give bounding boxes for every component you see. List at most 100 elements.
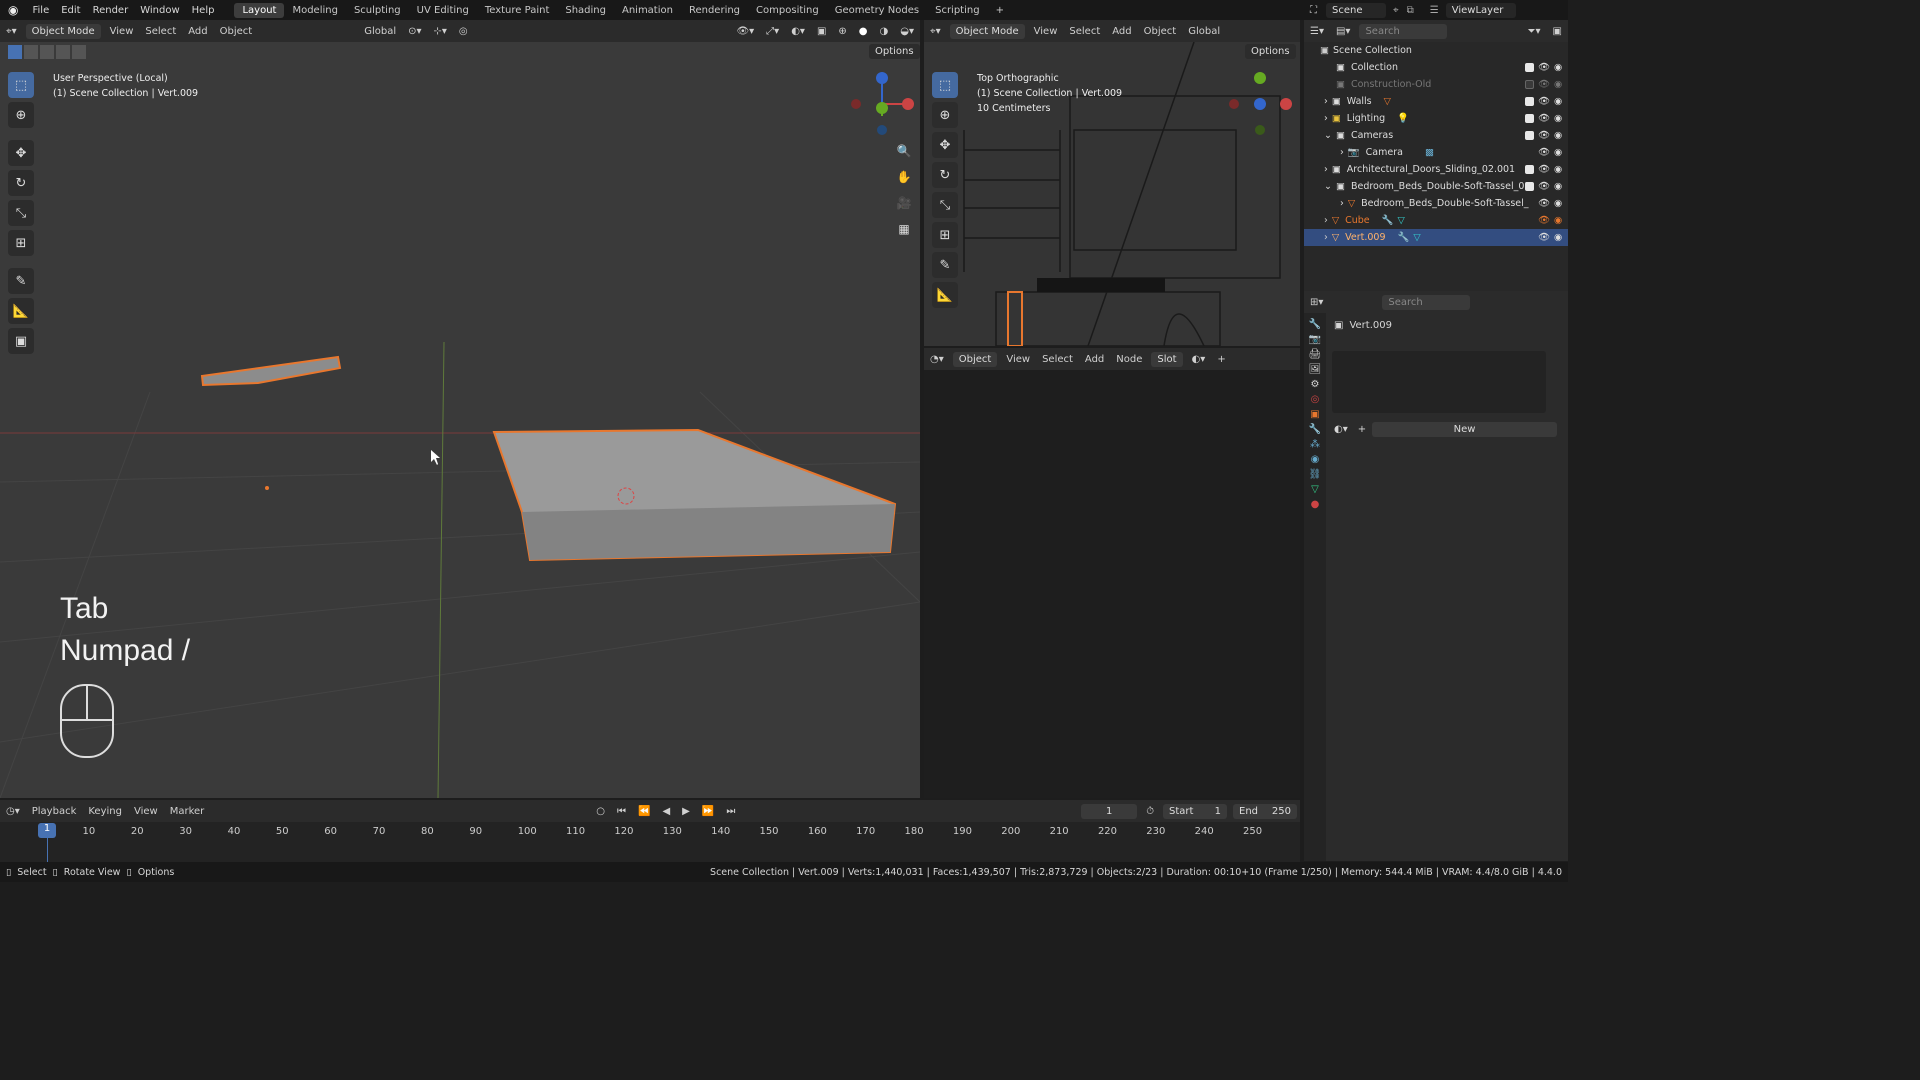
pin-icon[interactable]: ⌖ <box>1389 5 1403 16</box>
record-icon[interactable]: ○ <box>590 806 611 817</box>
play-reverse-icon[interactable]: ◀ <box>656 806 676 817</box>
transform-tool-icon[interactable]: ⊞ <box>8 230 34 256</box>
menu-add[interactable]: Add <box>182 26 213 37</box>
exclude-checkbox[interactable] <box>1525 114 1534 123</box>
scale-tool-icon-2[interactable]: ⤡ <box>932 192 958 218</box>
eye-icon[interactable]: 👁 <box>1538 130 1550 141</box>
rotate-tool-icon[interactable]: ↻ <box>8 170 34 196</box>
editor-type-icon-2[interactable]: ⌖▾ <box>924 26 947 37</box>
outliner-search-input[interactable]: Search <box>1359 23 1448 39</box>
render-camera-icon[interactable]: ◉ <box>1554 232 1562 243</box>
scene-name[interactable]: Scene <box>1326 2 1386 18</box>
filter-icon[interactable]: ⏷▾ <box>1522 26 1547 37</box>
outliner-item[interactable]: › ▣ Architectural_Doors_Sliding_02.001 👁 ◉ <box>1304 161 1568 178</box>
menu-object-2[interactable]: Object <box>1138 26 1183 37</box>
orientation-dropdown[interactable]: Global <box>358 26 402 37</box>
outliner-item[interactable]: › ▽ Bedroom_Beds_Double-Soft-Tassel_ 👁 ◉ <box>1304 195 1568 212</box>
expand-arrow-icon[interactable]: › <box>1340 147 1344 158</box>
constraints-tab-icon[interactable]: ⛓ <box>1309 469 1322 480</box>
output-tab-icon[interactable]: 🖨 <box>1309 349 1322 360</box>
new-collection-icon[interactable]: ▣ <box>1547 26 1568 37</box>
transform-tool-icon-2[interactable]: ⊞ <box>932 222 958 248</box>
view-layer-name[interactable]: ViewLayer <box>1445 2 1516 18</box>
eye-icon[interactable]: 👁 <box>1538 215 1550 226</box>
outliner-item[interactable]: › ▽ Cube 🔧 ▽ 👁 ◉ <box>1304 212 1568 229</box>
eye-icon[interactable]: 👁 <box>1538 79 1550 90</box>
select-intersect-icon[interactable] <box>72 45 86 59</box>
eye-icon[interactable]: 👁 <box>1538 232 1550 243</box>
shading-solid-icon[interactable]: ● <box>853 26 874 37</box>
slot-dropdown[interactable]: Slot <box>1151 351 1183 367</box>
render-camera-icon[interactable]: ◉ <box>1554 79 1562 90</box>
new-scene-icon[interactable]: ⧉ <box>1403 5 1418 16</box>
eye-icon[interactable]: 👁 <box>1538 113 1550 124</box>
exclude-checkbox[interactable] <box>1525 182 1534 191</box>
menu-select-2[interactable]: Select <box>1063 26 1106 37</box>
render-camera-icon[interactable]: ◉ <box>1554 164 1562 175</box>
expand-arrow-icon[interactable]: › <box>1340 198 1344 209</box>
menu-playback[interactable]: Playback <box>26 806 83 817</box>
render-tab-icon[interactable]: 📷 <box>1309 334 1321 345</box>
eye-icon[interactable]: 👁 <box>1538 181 1550 192</box>
playhead[interactable]: 1 <box>38 823 56 838</box>
modifier-tab-icon[interactable]: 🔧 <box>1309 424 1321 435</box>
pan-hand-icon[interactable]: ✋ <box>893 166 915 188</box>
exclude-checkbox[interactable] <box>1525 131 1534 140</box>
tab-compositing[interactable]: Compositing <box>748 3 827 18</box>
node-menu-node[interactable]: Node <box>1110 354 1148 365</box>
render-camera-icon[interactable]: ◉ <box>1554 113 1562 124</box>
cursor-tool-icon[interactable]: ⊕ <box>8 102 34 128</box>
menu-edit[interactable]: Edit <box>55 5 86 16</box>
node-type-dropdown[interactable]: Object <box>952 351 998 367</box>
expand-arrow-icon[interactable]: › <box>1324 113 1328 124</box>
start-frame-field[interactable]: Start 1 <box>1163 803 1227 819</box>
node-menu-select[interactable]: Select <box>1036 354 1079 365</box>
data-tab-icon[interactable]: ▽ <box>1311 484 1319 495</box>
eye-icon[interactable]: 👁 <box>1538 96 1550 107</box>
menu-keying[interactable]: Keying <box>82 806 128 817</box>
render-camera-icon[interactable]: ◉ <box>1554 62 1562 73</box>
outliner-item[interactable]: ▣ Construction-Old 👁 ◉ <box>1304 76 1568 93</box>
viewport-left[interactable]: ⬚ ⊕ ✥ ↻ ⤡ ⊞ ✎ 📐 ▣ User Perspective (Loca… <box>0 42 920 798</box>
mode-dropdown[interactable]: Object Mode <box>25 23 101 39</box>
scene-tab-icon[interactable]: ⚙ <box>1311 379 1320 390</box>
mode-dropdown-2[interactable]: Object Mode <box>949 23 1025 39</box>
node-editor-type-icon[interactable]: ◔▾ <box>924 354 950 365</box>
editor-type-icon[interactable]: ⌖▾ <box>0 26 23 37</box>
eye-icon[interactable]: 👁 <box>1538 62 1550 73</box>
tab-sculpting[interactable]: Sculpting <box>346 3 409 18</box>
tab-uv-editing[interactable]: UV Editing <box>409 3 477 18</box>
cursor-tool-icon-2[interactable]: ⊕ <box>932 102 958 128</box>
render-camera-icon[interactable]: ◉ <box>1554 198 1562 209</box>
timeline-track[interactable]: 10 20 30 40 50 60 70 80 90 100 110 120 130 140 150 160 1… <box>0 822 1300 862</box>
select-subtract-icon[interactable] <box>40 45 54 59</box>
select-tool-icon-2[interactable]: ⬚ <box>932 72 958 98</box>
annotate-tool-icon[interactable]: ✎ <box>8 268 34 294</box>
measure-tool-icon[interactable]: 📐 <box>8 298 34 324</box>
scene-icon[interactable]: ⛶ <box>1304 5 1323 16</box>
options-button[interactable]: Options <box>869 44 920 59</box>
menu-help[interactable]: Help <box>186 5 221 16</box>
jump-start-icon[interactable]: ⏮ <box>611 806 632 817</box>
tab-modeling[interactable]: Modeling <box>284 3 346 18</box>
shading-rendered-icon[interactable]: ◒▾ <box>894 26 920 37</box>
world-tab-icon[interactable]: ◎ <box>1311 394 1320 405</box>
select-tool-icon[interactable]: ⬚ <box>8 72 34 98</box>
tab-scripting[interactable]: Scripting <box>927 3 987 18</box>
expand-arrow-icon[interactable]: › <box>1324 164 1328 175</box>
viewport-right[interactable]: ⬚ ⊕ ✥ ↻ ⤡ ⊞ ✎ 📐 Top Orthographic (1) Sce… <box>924 42 1300 346</box>
tab-layout[interactable]: Layout <box>234 2 285 18</box>
outliner-item[interactable]: ⌄ ▣ Bedroom_Beds_Double-Soft-Tassel_01. 👁 ◉ <box>1304 178 1568 195</box>
gizmo-icon[interactable]: ⤢▾ <box>760 26 785 37</box>
menu-view-2[interactable]: View <box>1028 26 1064 37</box>
eye-icon[interactable]: 👁 <box>1538 198 1550 209</box>
snap-icon[interactable]: ⊹▾ <box>428 26 453 37</box>
tab-shading[interactable]: Shading <box>557 3 614 18</box>
expand-arrow-icon[interactable]: › <box>1324 215 1328 226</box>
render-camera-icon[interactable]: ◉ <box>1554 130 1562 141</box>
render-camera-icon[interactable]: ◉ <box>1554 96 1562 107</box>
render-camera-icon[interactable]: ◉ <box>1554 215 1562 226</box>
move-tool-icon[interactable]: ✥ <box>8 140 34 166</box>
material-browse-icon[interactable]: ◐▾ <box>1334 424 1348 435</box>
overlay-icon[interactable]: ◐▾ <box>785 26 811 37</box>
